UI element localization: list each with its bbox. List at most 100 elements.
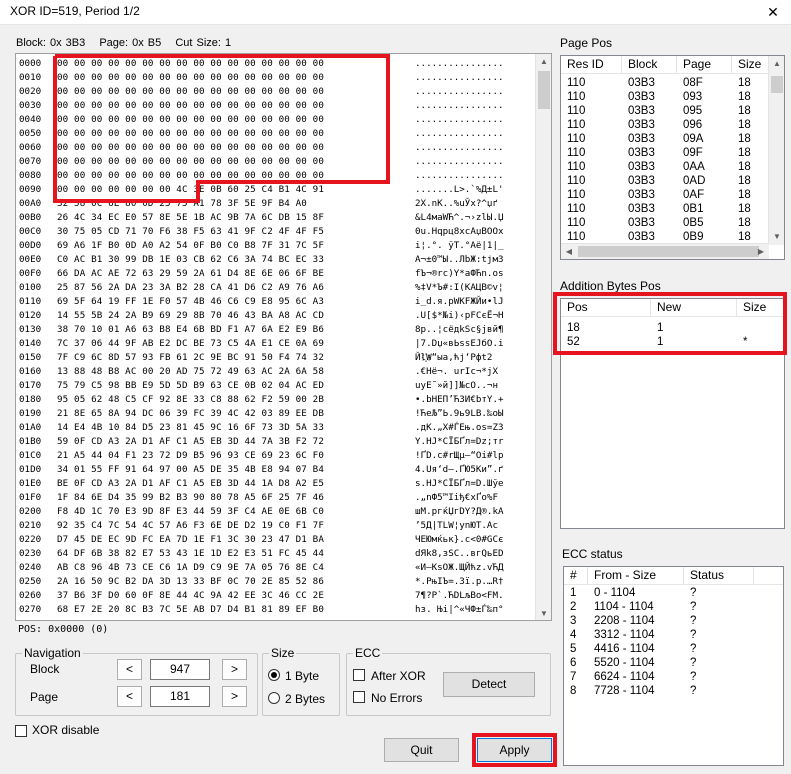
size-2-bytes-label[interactable]: 2 Bytes bbox=[285, 692, 325, 706]
hex-row-ascii[interactable]: ................ bbox=[415, 141, 504, 155]
hex-row-bytes[interactable]: D7 45 DE EC 9D FC EA 7D 1E F1 3C 30 23 4… bbox=[57, 533, 324, 547]
hex-row-bytes[interactable]: 13 88 48 B8 AC 00 20 AD 75 72 49 63 AC 2… bbox=[57, 365, 324, 379]
list-item[interactable]: 110 03B3 09F 18 bbox=[561, 146, 784, 160]
hex-row-ascii[interactable]: ................ bbox=[415, 71, 504, 85]
after-xor-checkbox[interactable] bbox=[353, 669, 365, 681]
no-errors-label[interactable]: No Errors bbox=[371, 691, 422, 705]
hex-row-bytes[interactable]: 59 0F CD A3 2A D1 AF C1 A5 EB 3D 44 7A 3… bbox=[57, 435, 324, 449]
list-item[interactable]: 6 5520 - 1104? bbox=[564, 656, 783, 670]
close-icon[interactable]: ✕ bbox=[755, 0, 791, 24]
list-item[interactable]: 4 3312 - 1104? bbox=[564, 628, 783, 642]
hex-row-ascii[interactable]: Йl҈W“ыa,ћј‘Pфt2 bbox=[415, 351, 492, 365]
list-item[interactable]: 8 7728 - 1104? bbox=[564, 684, 783, 698]
apply-button[interactable]: Apply bbox=[477, 738, 552, 762]
list-item[interactable]: 1 0 - 1104? bbox=[564, 586, 783, 600]
hex-row-bytes[interactable]: 00 00 00 00 00 00 00 00 00 00 00 00 00 0… bbox=[57, 127, 324, 141]
hex-row-bytes[interactable]: 69 A6 1F B0 0D A0 A2 54 0F B0 C0 B8 7F 3… bbox=[57, 239, 324, 253]
hex-row-ascii[interactable]: !ЋeЉ”Ь.9ь9LB.‰оЫ bbox=[415, 407, 504, 421]
detect-button[interactable]: Detect bbox=[443, 672, 535, 697]
page-number-field[interactable]: 181 bbox=[150, 686, 210, 707]
hex-row-ascii[interactable]: ................ bbox=[415, 57, 504, 71]
list-item[interactable]: 52 1 * bbox=[561, 335, 784, 349]
scroll-right-icon[interactable]: ▶ bbox=[753, 244, 769, 259]
hex-row-bytes[interactable]: 7F C9 6C 8D 57 93 FB 61 2C 9E BC 91 50 F… bbox=[57, 351, 324, 365]
hex-row-bytes[interactable]: 21 A5 44 04 F1 23 72 D9 B5 96 93 CE 69 2… bbox=[57, 449, 324, 463]
hex-row-bytes[interactable]: 32 58 0C 6E 80 0D 25 75 A1 78 3F 5E 9F B… bbox=[57, 197, 313, 211]
hex-row-bytes[interactable]: 00 00 00 00 00 00 00 4C 3E 0B 60 25 C4 B… bbox=[57, 183, 324, 197]
hex-row-ascii[interactable]: !ҐD.с#rЩµ–“Оi#lр bbox=[415, 449, 504, 463]
hex-row-ascii[interactable]: ................ bbox=[415, 113, 504, 127]
hex-row-bytes[interactable]: 34 01 55 FF 91 64 97 00 A5 DE 35 4B E8 9… bbox=[57, 463, 324, 477]
page-pos-list[interactable]: Res ID Block Page Size 110 03B3 08F 18 110 03… bbox=[560, 55, 785, 260]
hex-row-bytes[interactable]: 95 05 62 48 C5 CF 92 8E 33 C8 88 62 F2 5… bbox=[57, 393, 324, 407]
col-status[interactable]: Status bbox=[684, 567, 754, 585]
col-number[interactable]: # bbox=[564, 567, 588, 585]
hex-scrollbar[interactable]: ▲ ▼ bbox=[535, 54, 551, 620]
scroll-thumb[interactable] bbox=[578, 246, 759, 257]
hex-row-bytes[interactable]: 00 00 00 00 00 00 00 00 00 00 00 00 00 0… bbox=[57, 113, 324, 127]
hex-row-ascii[interactable]: &L4мaWЋ^.¬›zlЫ.Џ bbox=[415, 211, 504, 225]
scroll-thumb[interactable] bbox=[538, 71, 550, 109]
page-pos-hscroll[interactable]: ◀ ▶ bbox=[561, 243, 769, 259]
scroll-down-icon[interactable]: ▼ bbox=[769, 229, 784, 245]
size-1-byte-label[interactable]: 1 Byte bbox=[285, 669, 319, 683]
hex-row-bytes[interactable]: 00 00 00 00 00 00 00 00 00 00 00 00 00 0… bbox=[57, 57, 324, 71]
hex-row-ascii[interactable]: «И–KsОЖ.ЩЙћz.vЋД bbox=[415, 561, 504, 575]
col-size[interactable]: Size bbox=[732, 56, 769, 74]
hex-row-ascii[interactable]: ѕ.НЈ*СЇБҐл=D.Шўе bbox=[415, 477, 504, 491]
list-item[interactable]: 110 03B3 0B1 18 bbox=[561, 202, 784, 216]
hex-row-bytes[interactable]: 38 70 10 01 A6 63 B8 E4 6B BD F1 A7 6A E… bbox=[57, 323, 324, 337]
hex-row-ascii[interactable]: hз. Њі|^«ЧФ±Ѓ‰п° bbox=[415, 603, 504, 617]
list-item[interactable]: 5 4416 - 1104? bbox=[564, 642, 783, 656]
list-item[interactable]: 2 1104 - 1104? bbox=[564, 600, 783, 614]
hex-row-ascii[interactable]: ЧEЮмќьк}.с<0#GСє bbox=[415, 533, 504, 547]
hex-row-bytes[interactable]: F8 4D 1C 70 E3 9D 8F E3 44 59 3F C4 AE 0… bbox=[57, 505, 324, 519]
hex-row-bytes[interactable]: 1F 84 6E D4 35 99 B2 B3 90 80 78 A5 6F 2… bbox=[57, 491, 324, 505]
page-next-button[interactable]: > bbox=[222, 686, 247, 707]
hex-row-bytes[interactable]: 25 87 56 2A DA 23 3A B2 28 CA 41 D6 C2 A… bbox=[57, 281, 324, 295]
list-item[interactable]: 3 2208 - 1104? bbox=[564, 614, 783, 628]
hex-row-ascii[interactable]: 8p..¦cёдkЅс§jвй¶ bbox=[415, 323, 504, 337]
hex-row-ascii[interactable]: fЪ¬®rc)Y*aФЋn.oѕ bbox=[415, 267, 504, 281]
hex-row-bytes[interactable]: 00 00 00 00 00 00 00 00 00 00 00 00 00 0… bbox=[57, 155, 324, 169]
hex-row-ascii[interactable]: .€Hё¬. urIc¬*jX bbox=[415, 365, 498, 379]
hex-row-ascii[interactable]: ................ bbox=[415, 85, 504, 99]
hex-row-bytes[interactable]: 00 00 00 00 00 00 00 00 00 00 00 00 00 0… bbox=[57, 141, 324, 155]
hex-row-bytes[interactable]: 00 00 00 00 00 00 00 00 00 00 00 00 00 0… bbox=[57, 99, 324, 113]
list-item[interactable]: 18 1 bbox=[561, 321, 784, 335]
hex-row-bytes[interactable]: 30 75 05 CD 71 70 F6 38 F5 63 41 9F C2 4… bbox=[57, 225, 324, 239]
quit-button[interactable]: Quit bbox=[384, 738, 459, 762]
col-res-id[interactable]: Res ID bbox=[561, 56, 622, 74]
hex-row-ascii[interactable]: .дK.„Х#ЃEњ.os=Z3 bbox=[415, 421, 504, 435]
hex-row-ascii[interactable]: .......L>.`%Д±L' bbox=[415, 183, 504, 197]
hex-row-bytes[interactable]: C0 AC B1 30 99 DB 1E 03 CB 62 C6 3A 74 B… bbox=[57, 253, 324, 267]
list-item[interactable]: 110 03B3 08F 18 bbox=[561, 76, 784, 90]
ecc-status-list[interactable]: # From - Size Status 1 0 - 1104? 2 1104 - 1… bbox=[563, 566, 784, 766]
col-add-size[interactable]: Size bbox=[737, 299, 784, 317]
list-item[interactable]: 7 6624 - 1104? bbox=[564, 670, 783, 684]
hex-row-ascii[interactable]: *.PњІЪ=.3ї.p.…R† bbox=[415, 575, 504, 589]
scroll-left-icon[interactable]: ◀ bbox=[561, 244, 577, 259]
hex-row-ascii[interactable]: i_d.я.рWKFЖЙи•lЈ bbox=[415, 295, 504, 309]
list-item[interactable]: 110 03B3 0B9 18 bbox=[561, 230, 784, 244]
hex-row-ascii[interactable]: ................ bbox=[415, 127, 504, 141]
list-item[interactable]: 110 03B3 0AF 18 bbox=[561, 188, 784, 202]
hex-row-ascii[interactable]: ................ bbox=[415, 169, 504, 183]
hex-row-bytes[interactable]: 00 00 00 00 00 00 00 00 00 00 00 00 00 0… bbox=[57, 169, 324, 183]
hex-row-bytes[interactable]: 69 5F 64 19 FF 1E F0 57 4B 46 C6 C9 E8 9… bbox=[57, 295, 324, 309]
hex-row-ascii[interactable]: i¦.°. ўT.°Аё|1|_ bbox=[415, 239, 504, 253]
size-2-bytes-radio[interactable] bbox=[268, 692, 280, 704]
block-next-button[interactable]: > bbox=[222, 659, 247, 680]
hex-row-ascii[interactable]: 2X.nK..%uЎx?^џґ bbox=[415, 197, 504, 211]
hex-row-bytes[interactable]: 7C 37 06 44 9F AB E2 DC BE 73 C5 4A E1 C… bbox=[57, 337, 324, 351]
scroll-thumb[interactable] bbox=[771, 76, 783, 93]
hex-row-ascii[interactable]: .„nФ5™Ііђ€xҐo%F bbox=[415, 491, 498, 505]
hex-row-ascii[interactable]: Y.НЈ*СЇБҐл=Dz;тr bbox=[415, 435, 504, 449]
hex-row-bytes[interactable]: 14 E4 4B 10 84 D5 23 81 45 9C 16 6F 73 3… bbox=[57, 421, 324, 435]
hex-row-bytes[interactable]: AB C8 96 4B 73 CE C6 1A D9 C9 9E 7A 05 7… bbox=[57, 561, 324, 575]
hex-content[interactable]: 0000 00 00 00 00 00 00 00 00 00 00 00 00 … bbox=[16, 54, 536, 620]
hex-row-ascii[interactable]: 0u.Hqpц8хcAџВOOх bbox=[415, 225, 504, 239]
hex-row-bytes[interactable]: 66 DA AC AE 72 63 29 59 2A 61 D4 8E 6E 0… bbox=[57, 267, 324, 281]
hex-row-bytes[interactable]: 92 35 C4 7C 54 4C 57 A6 F3 6E DE D2 19 C… bbox=[57, 519, 324, 533]
xor-disable-label[interactable]: XOR disable bbox=[32, 723, 99, 737]
